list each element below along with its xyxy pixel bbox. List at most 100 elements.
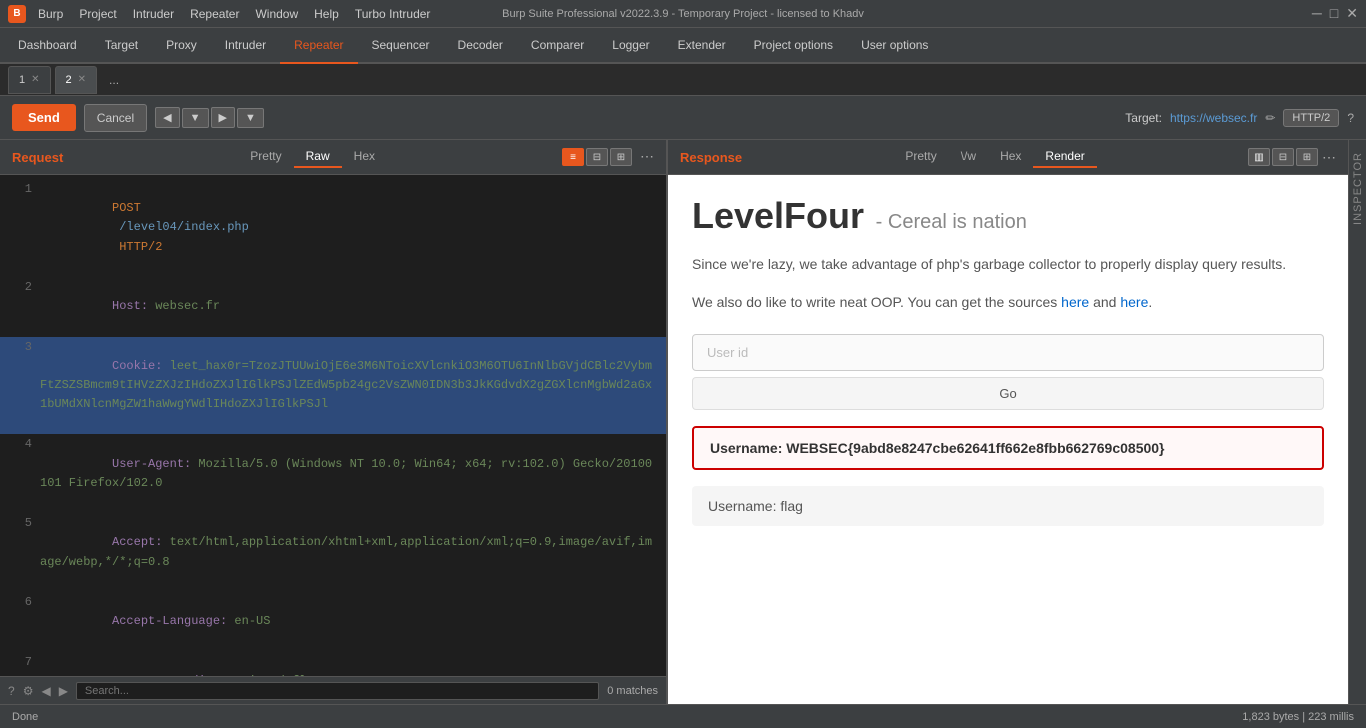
request-line-3: 3 Cookie: leet_hax0r=TzozJTUUwiOjE6e3M6N…	[0, 337, 666, 435]
repeater-tab-2[interactable]: 2 ✕	[55, 66, 98, 94]
http-method: POST	[112, 201, 141, 215]
tab-user-options[interactable]: User options	[847, 28, 942, 64]
tab-project-options[interactable]: Project options	[740, 28, 847, 64]
resp-view-icons: ▥ ⊟ ⊞	[1248, 148, 1318, 166]
search-help-icon[interactable]: ?	[8, 684, 15, 698]
repeater-tab-1[interactable]: 1 ✕	[8, 66, 51, 94]
tab-logger[interactable]: Logger	[598, 28, 663, 64]
request-header: Request Pretty Raw Hex ≡ ⊟ ⊞ ⋯	[0, 140, 666, 175]
level-title: LevelFour	[692, 195, 864, 236]
search-next-icon[interactable]: ▶	[59, 684, 68, 698]
menu-window[interactable]: Window	[255, 7, 298, 21]
tab-dashboard[interactable]: Dashboard	[4, 28, 91, 64]
request-line-4: 4 User-Agent: Mozilla/5.0 (Windows NT 10…	[0, 434, 666, 513]
response-tab-pretty[interactable]: Pretty	[893, 146, 948, 168]
repeater-tab-2-close[interactable]: ✕	[78, 74, 86, 85]
go-button[interactable]: Go	[692, 377, 1324, 410]
search-status: 0 matches	[607, 685, 658, 697]
status-right: 1,823 bytes | 223 millis	[1242, 711, 1354, 723]
close-button[interactable]: ✕	[1346, 5, 1358, 22]
tab-extender[interactable]: Extender	[664, 28, 740, 64]
prev-arrow[interactable]: ◀	[155, 107, 179, 128]
view-icon-grid[interactable]: ⊞	[610, 148, 632, 166]
next-arrow[interactable]: ▶	[211, 107, 235, 128]
menu-turbo-intruder[interactable]: Turbo Intruder	[355, 7, 431, 21]
title-bar: B Burp Project Intruder Repeater Window …	[0, 0, 1366, 28]
title-bar-controls: ─ □ ✕	[1312, 5, 1358, 22]
maximize-button[interactable]: □	[1330, 5, 1338, 22]
menu-project[interactable]: Project	[79, 7, 116, 21]
title-bar-title: Burp Suite Professional v2022.3.9 - Temp…	[502, 8, 864, 20]
burp-logo: B	[8, 5, 26, 23]
response-tab-w[interactable]: \/w	[949, 146, 988, 168]
response-content: LevelFour - Cereal is nation Since we're…	[668, 175, 1348, 704]
status-left: Done	[12, 711, 38, 723]
request-tab-raw[interactable]: Raw	[294, 146, 342, 168]
search-bar: ? ⚙ ◀ ▶ 0 matches	[0, 676, 666, 704]
tab-decoder[interactable]: Decoder	[444, 28, 517, 64]
view-icon-split[interactable]: ⊟	[586, 148, 608, 166]
next-arrow-down2[interactable]: ▼	[237, 108, 264, 128]
view-icons: ≡ ⊟ ⊞	[562, 148, 632, 166]
main-area: Request Pretty Raw Hex ≡ ⊟ ⊞ ⋯ 1 POST	[0, 140, 1366, 704]
nav-tabs: Dashboard Target Proxy Intruder Repeater…	[0, 28, 1366, 64]
tab-comparer[interactable]: Comparer	[517, 28, 598, 64]
edit-target-icon[interactable]: ✏	[1265, 111, 1275, 125]
response-more-icon[interactable]: ⋯	[1322, 149, 1336, 166]
tab-target[interactable]: Target	[91, 28, 152, 64]
level-subtitle: - Cereal is nation	[876, 211, 1027, 233]
search-input[interactable]	[76, 682, 599, 700]
source-link-2[interactable]: here	[1120, 294, 1148, 310]
response-title: Response	[680, 150, 742, 165]
inspector-panel: INSPECTOR	[1348, 140, 1366, 704]
search-prev-icon[interactable]: ◀	[41, 684, 50, 698]
result-text: Username: WEBSEC{9abd8e8247cbe62641ff662…	[710, 440, 1165, 456]
level-desc1: Since we're lazy, we take advantage of p…	[692, 253, 1324, 275]
request-icons: ≡ ⊟ ⊞ ⋯	[562, 148, 654, 166]
request-content: 1 POST /level04/index.php HTTP/2 2 Host:…	[0, 175, 666, 676]
repeater-tab-1-close[interactable]: ✕	[31, 74, 39, 85]
title-bar-left: B Burp Project Intruder Repeater Window …	[8, 5, 430, 23]
tab-repeater[interactable]: Repeater	[280, 28, 357, 64]
next-arrow-down[interactable]: ▼	[182, 108, 209, 128]
response-tabs: Pretty \/w Hex Render	[893, 146, 1096, 168]
request-tab-hex[interactable]: Hex	[342, 146, 387, 168]
tab-sequencer[interactable]: Sequencer	[358, 28, 444, 64]
menu-help[interactable]: Help	[314, 7, 339, 21]
cancel-button[interactable]: Cancel	[84, 104, 147, 132]
source-link-1[interactable]: here	[1061, 294, 1089, 310]
resp-view-icon-2[interactable]: ⊟	[1272, 148, 1294, 166]
menu-burp[interactable]: Burp	[38, 7, 63, 21]
menu-intruder[interactable]: Intruder	[133, 7, 174, 21]
status-bar: Done 1,823 bytes | 223 millis	[0, 704, 1366, 728]
response-tab-hex[interactable]: Hex	[988, 146, 1033, 168]
protocol-badge: HTTP/2	[1283, 109, 1339, 127]
result-box: Username: WEBSEC{9abd8e8247cbe62641ff662…	[692, 426, 1324, 470]
response-header: Response Pretty \/w Hex Render ▥ ⊟ ⊞ ⋯	[668, 140, 1348, 175]
request-line-1: 1 POST /level04/index.php HTTP/2	[0, 179, 666, 277]
http-version: HTTP/2	[112, 240, 162, 254]
request-line-2: 2 Host: websec.fr	[0, 277, 666, 337]
help-icon[interactable]: ?	[1347, 111, 1354, 125]
level-desc2: We also do like to write neat OOP. You c…	[692, 291, 1324, 313]
settings-icon[interactable]: ⚙	[23, 684, 34, 698]
http-url: /level04/index.php	[112, 220, 249, 234]
send-button[interactable]: Send	[12, 104, 76, 131]
tab-proxy[interactable]: Proxy	[152, 28, 211, 64]
request-tab-pretty[interactable]: Pretty	[238, 146, 293, 168]
response-tab-render[interactable]: Render	[1033, 146, 1096, 168]
minimize-button[interactable]: ─	[1312, 5, 1322, 22]
flag-box: Username: flag	[692, 486, 1324, 526]
repeater-tabs: 1 ✕ 2 ✕ ...	[0, 64, 1366, 96]
tab-intruder[interactable]: Intruder	[211, 28, 280, 64]
request-more-icon[interactable]: ⋯	[640, 148, 654, 166]
request-line-7: 7 Accept-Encoding: gzip, deflate	[0, 652, 666, 677]
menu-repeater[interactable]: Repeater	[190, 7, 239, 21]
resp-view-icon-1[interactable]: ▥	[1248, 148, 1270, 166]
user-id-input[interactable]: User id	[692, 334, 1324, 371]
repeater-tab-more[interactable]: ...	[101, 66, 127, 94]
target-label: Target:	[1125, 111, 1162, 125]
resp-view-icon-3[interactable]: ⊞	[1296, 148, 1318, 166]
target-url[interactable]: https://websec.fr	[1170, 111, 1257, 125]
view-icon-text[interactable]: ≡	[562, 148, 584, 166]
